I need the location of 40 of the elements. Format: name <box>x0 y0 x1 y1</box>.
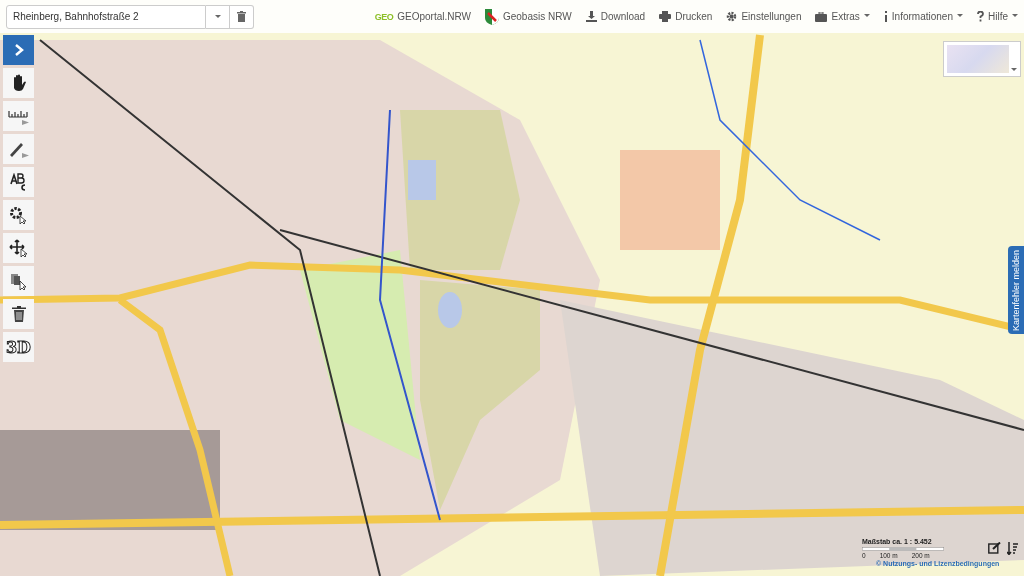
move-cursor-icon <box>8 239 29 257</box>
tool-button[interactable] <box>3 266 34 296</box>
caret-icon <box>1011 68 1017 71</box>
briefcase-icon <box>815 11 828 22</box>
letters-icon <box>9 173 28 191</box>
list-icon[interactable] <box>1007 542 1018 555</box>
tool-button[interactable] <box>3 233 34 263</box>
gear-icon <box>726 11 738 22</box>
crest-icon <box>484 8 499 25</box>
nav-link[interactable]: Geobasis NRW <box>484 8 572 25</box>
nav-link[interactable]: GEO GEOportal.NRW <box>374 11 471 22</box>
trash-icon <box>237 11 246 22</box>
printer-icon <box>659 11 672 22</box>
pencil-icon <box>7 140 30 158</box>
tool-button[interactable] <box>3 134 34 164</box>
expand-button[interactable] <box>3 35 34 65</box>
nav-link[interactable]: Drucken <box>659 11 713 22</box>
help-icon <box>977 11 984 22</box>
tool-button[interactable] <box>3 68 34 98</box>
download-icon <box>585 11 597 22</box>
select-cursor-icon <box>8 272 29 290</box>
nav-link[interactable]: Hilfe <box>977 11 1018 22</box>
edit-icon[interactable] <box>988 542 1001 554</box>
nav-link[interactable]: Extras <box>815 11 870 22</box>
tool-button[interactable] <box>3 200 34 230</box>
logo-icon: GEO <box>374 11 394 22</box>
info-icon <box>883 11 888 22</box>
nav-link[interactable]: Download <box>585 11 646 22</box>
nav-link[interactable]: Informationen <box>883 11 963 22</box>
search-field[interactable]: Rheinberg, Bahnhofstraße 2 <box>6 4 206 29</box>
delete-button[interactable] <box>230 4 254 29</box>
report-tab[interactable]: Kartenfehler melden <box>1008 246 1024 334</box>
tool-button[interactable] <box>3 299 34 329</box>
tool-button[interactable] <box>3 167 34 197</box>
trash-icon <box>11 306 26 322</box>
gear-cursor-icon <box>8 206 29 224</box>
map-thumbnail <box>947 45 1009 73</box>
nav-link[interactable]: Einstellungen <box>726 11 802 22</box>
chevron-icon <box>13 44 24 56</box>
caret-icon <box>214 15 221 18</box>
